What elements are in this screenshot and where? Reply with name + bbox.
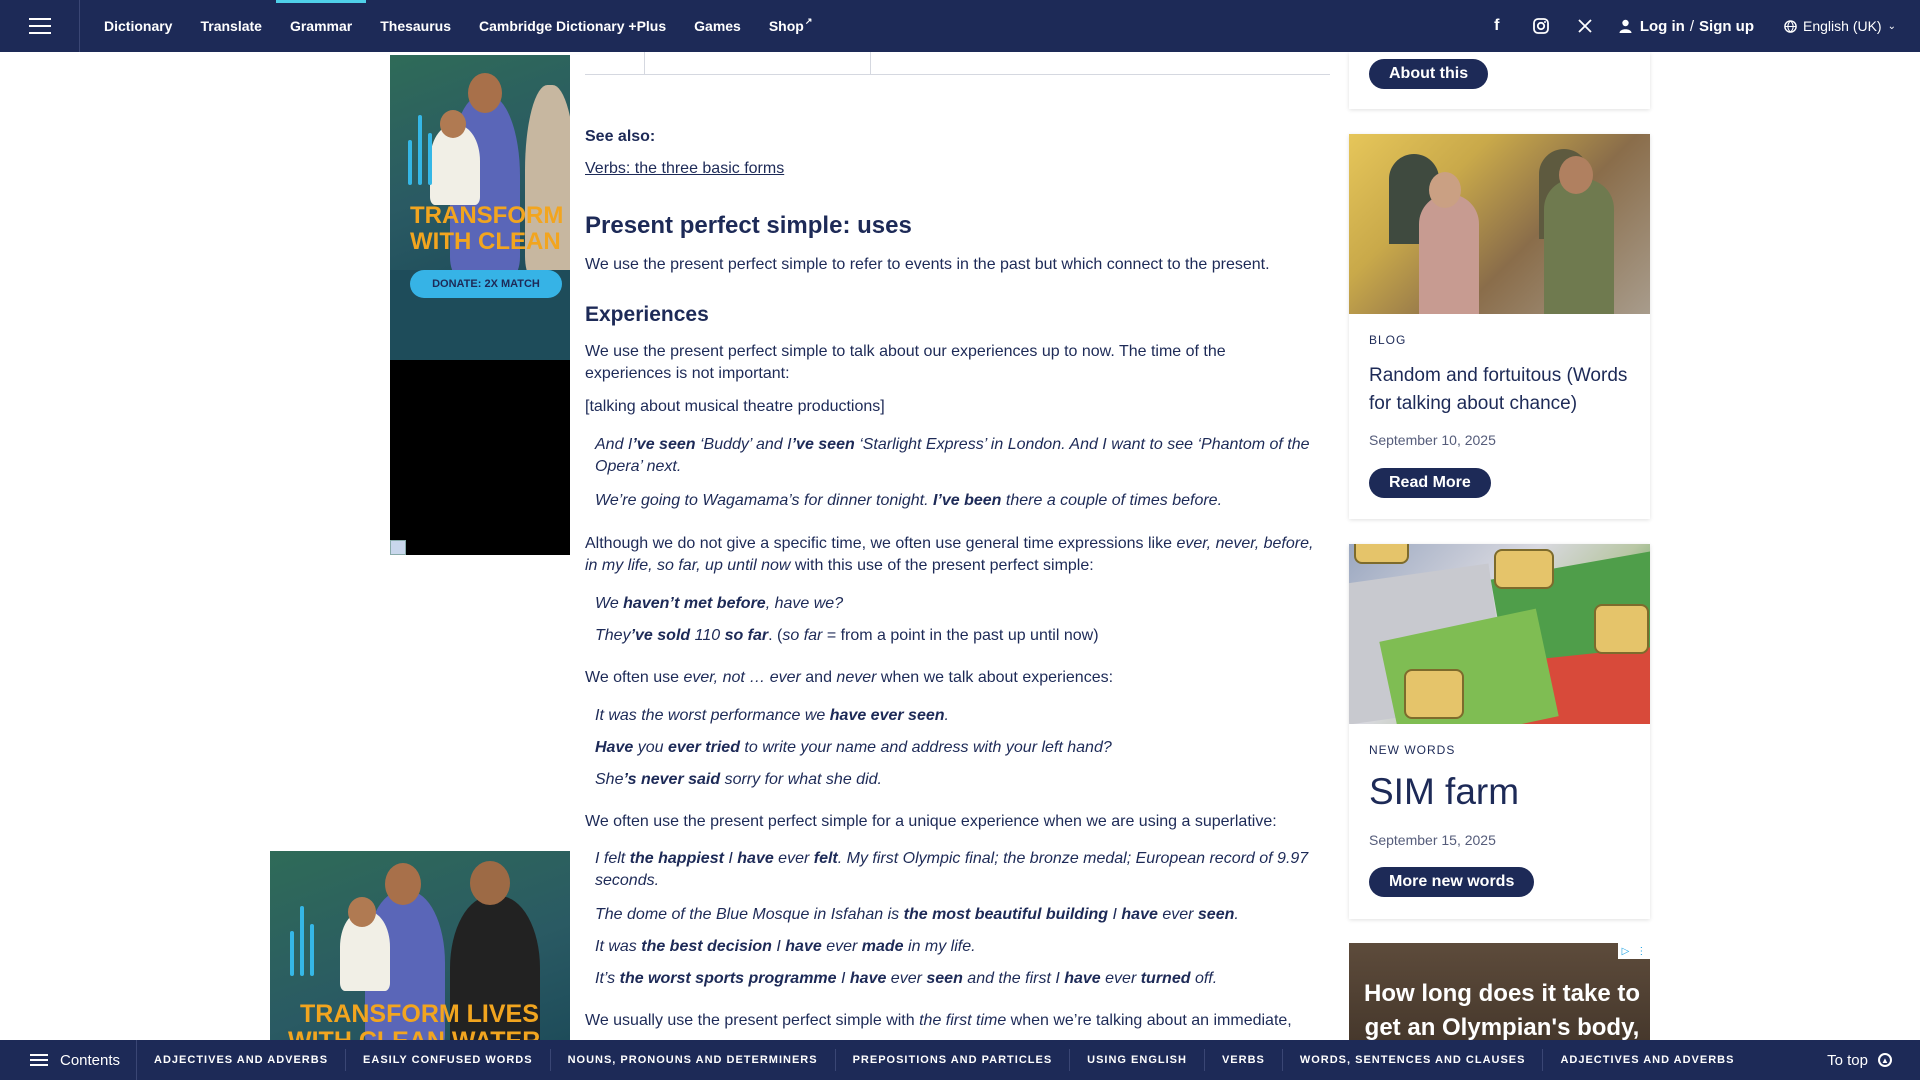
new-word-title[interactable]: SIM farm (1369, 771, 1519, 813)
more-new-words-button[interactable]: More new words (1369, 867, 1535, 897)
chevron-down-icon: ⌄ (1887, 20, 1896, 32)
table-bottom-edge (585, 52, 1330, 75)
sound-wave-icon (408, 115, 432, 185)
first-time-paragraph: We usually use the present perfect simpl… (585, 1012, 1292, 1029)
blog-card: BLOG Random and fortuitous (Words for ta… (1349, 134, 1650, 519)
new-words-card: NEW WORDS SIM farm September 15, 2025 Mo… (1349, 544, 1650, 919)
time-expressions-paragraph: Although we do not give a specific time,… (585, 535, 1314, 574)
menu-icon[interactable] (0, 0, 80, 52)
nav-links: Dictionary Translate Grammar Thesaurus C… (80, 0, 826, 52)
blog-title[interactable]: Random and fortuitous (Words for talking… (1369, 362, 1634, 418)
login-slash: / (1689, 17, 1695, 35)
ever-never-paragraph: We often use ever, not … ever and never … (585, 669, 1114, 686)
language-selector[interactable]: English (UK) ⌄ (1770, 18, 1920, 34)
adchoices-icon[interactable]: ▷ ⋮ (1618, 943, 1650, 959)
ad-donate-area: DONATE: 2X MATCH (390, 270, 570, 360)
example-sentence: She’s never said sorry for what she did. (595, 771, 882, 788)
ad-headline-1: TRANSFORM (410, 202, 564, 229)
signup-link[interactable]: Sign up (1699, 18, 1754, 35)
nav-shop-label: Shop (768, 18, 804, 34)
globe-icon (1784, 19, 1797, 33)
example-sentence: They’ve sold 110 so far. (so far = from … (595, 627, 1099, 644)
ad-headline-2: WITH CLEAN (410, 228, 561, 255)
login-signup[interactable]: Log in / Sign up (1607, 18, 1770, 35)
to-top-label: To top (1827, 1051, 1868, 1069)
ad-info-icon[interactable] (390, 540, 406, 555)
contents-label: Contents (60, 1051, 121, 1069)
example-sentence: It was the best decision I have ever mad… (595, 938, 976, 955)
external-link-icon: ↗ (804, 15, 813, 26)
see-also-link[interactable]: Verbs: the three basic forms (585, 160, 784, 178)
category-link[interactable]: ADJECTIVES AND ADVERBS (137, 1049, 347, 1071)
example-sentence: Have you ever tried to write your name a… (595, 739, 1112, 756)
blog-category: BLOG (1369, 333, 1407, 347)
menu-icon (30, 1059, 48, 1061)
nav-plus[interactable]: Cambridge Dictionary +Plus (465, 0, 680, 52)
ad2-headline-2: WITH CLEAN WATER (288, 1028, 540, 1040)
nav-shop[interactable]: Shop ↗ (755, 0, 827, 52)
category-link[interactable]: USING ENGLISH (1070, 1049, 1205, 1071)
new-words-category: NEW WORDS (1369, 743, 1456, 757)
example-sentence: I felt the happiest I have ever felt. My… (595, 850, 1309, 889)
nav-games[interactable]: Games (680, 0, 755, 52)
ad2-headline-1: TRANSFORM LIVES (300, 1000, 539, 1028)
login-link[interactable]: Log in (1640, 18, 1685, 35)
blog-image[interactable] (1349, 134, 1650, 314)
nav-grammar[interactable]: Grammar (275, 0, 367, 52)
grammar-article: See also: Verbs: the three basic forms P… (585, 52, 1330, 1029)
nav-right: f Log in / Sign up English (UK) ⌄ (1475, 0, 1920, 52)
nav-dictionary[interactable]: Dictionary (90, 0, 186, 52)
example-sentence: And I’ve seen ‘Buddy’ and I’ve seen ‘Sta… (595, 436, 1310, 475)
x-twitter-icon[interactable] (1563, 0, 1607, 52)
about-card: About this (1349, 52, 1650, 109)
sound-wave-icon (290, 906, 314, 976)
category-link[interactable]: ADJECTIVES AND ADVERBS (1543, 1049, 1751, 1071)
new-words-image[interactable] (1349, 544, 1650, 724)
category-link[interactable]: PREPOSITIONS AND PARTICLES (836, 1049, 1071, 1071)
ad-donate-button[interactable]: DONATE: 2X MATCH (410, 270, 562, 298)
experiences-paragraph: We use the present perfect simple to tal… (585, 343, 1226, 382)
user-icon (1619, 19, 1632, 33)
superlative-paragraph: We often use the present perfect simple … (585, 813, 1277, 830)
arrow-up-icon: ▲ (1878, 1053, 1892, 1067)
context-note: [talking about musical theatre productio… (585, 398, 885, 415)
contents-toggle[interactable]: Contents (0, 1040, 138, 1080)
top-navigation: Dictionary Translate Grammar Thesaurus C… (0, 0, 1920, 52)
nav-translate[interactable]: Translate (186, 0, 275, 52)
ad-photo: TRANSFORM WITH CLEAN (390, 55, 570, 275)
example-sentence: We haven’t met before, have we? (595, 595, 844, 612)
charity-ad-square[interactable]: TRANSFORM LIVES WITH CLEAN WATER (270, 851, 570, 1040)
intro-paragraph: We use the present perfect simple to ref… (585, 256, 1270, 273)
about-this-button[interactable]: About this (1369, 59, 1489, 89)
example-sentence: It’s the worst sports programme I have e… (595, 970, 1218, 987)
category-link[interactable]: WORDS, SENTENCES AND CLAUSES (1283, 1049, 1544, 1071)
section-heading: Present perfect simple: uses (585, 212, 912, 239)
new-word-date: September 15, 2025 (1369, 832, 1496, 848)
category-link[interactable]: EASILY CONFUSED WORDS (346, 1049, 551, 1071)
example-sentence: The dome of the Blue Mosque in Isfahan i… (595, 906, 1239, 923)
instagram-icon[interactable] (1519, 0, 1563, 52)
example-sentence: It was the worst performance we have eve… (595, 707, 949, 724)
blog-date: September 10, 2025 (1369, 432, 1496, 448)
category-link[interactable]: NOUNS, PRONOUNS AND DETERMINERS (551, 1049, 836, 1071)
read-more-button[interactable]: Read More (1369, 468, 1491, 498)
language-label: English (UK) (1803, 18, 1882, 34)
facebook-icon[interactable]: f (1475, 0, 1519, 52)
nav-thesaurus[interactable]: Thesaurus (366, 0, 465, 52)
category-link[interactable]: VERBS (1205, 1049, 1283, 1071)
experiences-heading: Experiences (585, 303, 709, 326)
see-also-label: See also: (585, 128, 656, 145)
contents-bar: Contents ADJECTIVES AND ADVERBS EASILY C… (0, 1040, 1920, 1080)
charity-ad-vertical[interactable]: TRANSFORM WITH CLEAN DONATE: 2X MATCH (390, 55, 570, 555)
example-sentence: We’re going to Wagamama’s for dinner ton… (595, 492, 1223, 509)
to-top-button[interactable]: To top ▲ (1827, 1040, 1892, 1080)
